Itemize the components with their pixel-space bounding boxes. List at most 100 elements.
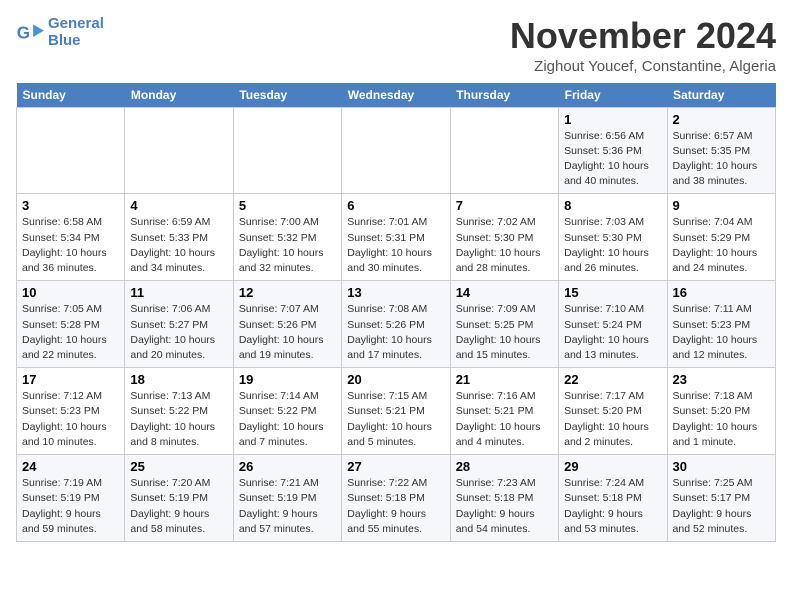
calendar-cell: 11 Sunrise: 7:06 AMSunset: 5:27 PMDayligh… [125, 281, 233, 368]
calendar-cell: 16 Sunrise: 7:11 AMSunset: 5:23 PMDayligh… [667, 281, 775, 368]
calendar-cell: 12Sunrise: 7:07 AMSunset: 5:26 PMDayligh… [233, 281, 341, 368]
calendar-table: SundayMondayTuesdayWednesdayThursdayFrid… [16, 83, 776, 542]
page-header: G General Blue November 2024 Zighout You… [16, 16, 776, 75]
week-row-4: 17 Sunrise: 7:12 AMSunset: 5:23 PMDayligh… [17, 368, 776, 455]
day-info: Sunrise: 6:58 AMSunset: 5:34 PMDaylight:… [22, 215, 119, 276]
calendar-cell: 29Sunrise: 7:24 AMSunset: 5:18 PMDayligh… [559, 455, 667, 542]
calendar-cell: 14Sunrise: 7:09 AMSunset: 5:25 PMDayligh… [450, 281, 558, 368]
day-number: 3 [22, 198, 119, 213]
day-number: 28 [456, 459, 553, 474]
calendar-cell: 18 Sunrise: 7:13 AMSunset: 5:22 PMDayligh… [125, 368, 233, 455]
day-info: Sunrise: 7:05 AMSunset: 5:28 PMDaylight:… [22, 302, 119, 363]
calendar-cell: 8Sunrise: 7:03 AMSunset: 5:30 PMDaylight… [559, 194, 667, 281]
logo-text: General Blue [48, 16, 104, 49]
calendar-cell [233, 107, 341, 194]
calendar-cell: 17 Sunrise: 7:12 AMSunset: 5:23 PMDayligh… [17, 368, 125, 455]
day-info: Sunrise: 7:20 AMSunset: 5:19 PMDaylight:… [130, 476, 227, 537]
day-info: Sunrise: 6:56 AMSunset: 5:36 PMDaylight:… [564, 129, 661, 190]
week-row-2: 3 Sunrise: 6:58 AMSunset: 5:34 PMDaylight… [17, 194, 776, 281]
day-number: 4 [130, 198, 227, 213]
day-info: Sunrise: 7:25 AMSunset: 5:17 PMDaylight:… [673, 476, 770, 537]
day-info: Sunrise: 7:12 AMSunset: 5:23 PMDaylight:… [22, 389, 119, 450]
day-number: 1 [564, 112, 661, 127]
day-header-tuesday: Tuesday [233, 83, 341, 108]
calendar-cell [450, 107, 558, 194]
calendar-cell: 3 Sunrise: 6:58 AMSunset: 5:34 PMDaylight… [17, 194, 125, 281]
day-number: 8 [564, 198, 661, 213]
calendar-cell: 1 Sunrise: 6:56 AMSunset: 5:36 PMDaylight… [559, 107, 667, 194]
calendar-cell: 28 Sunrise: 7:23 AMSunset: 5:18 PMDayligh… [450, 455, 558, 542]
calendar-cell: 25 Sunrise: 7:20 AMSunset: 5:19 PMDayligh… [125, 455, 233, 542]
day-number: 15 [564, 285, 661, 300]
day-number: 16 [673, 285, 770, 300]
calendar-cell: 7Sunrise: 7:02 AMSunset: 5:30 PMDaylight… [450, 194, 558, 281]
calendar-cell: 13 Sunrise: 7:08 AMSunset: 5:26 PMDayligh… [342, 281, 450, 368]
day-number: 27 [347, 459, 444, 474]
day-number: 21 [456, 372, 553, 387]
day-number: 10 [22, 285, 119, 300]
day-info: Sunrise: 7:17 AMSunset: 5:20 PMDaylight:… [564, 389, 661, 450]
calendar-header: SundayMondayTuesdayWednesdayThursdayFrid… [17, 83, 776, 108]
day-info: Sunrise: 7:15 AMSunset: 5:21 PMDaylight:… [347, 389, 444, 450]
day-info: Sunrise: 7:23 AMSunset: 5:18 PMDaylight:… [456, 476, 553, 537]
calendar-cell: 26 Sunrise: 7:21 AMSunset: 5:19 PMDayligh… [233, 455, 341, 542]
day-info: Sunrise: 7:00 AMSunset: 5:32 PMDaylight:… [239, 215, 336, 276]
day-info: Sunrise: 7:18 AMSunset: 5:20 PMDaylight:… [673, 389, 770, 450]
day-info: Sunrise: 7:06 AMSunset: 5:27 PMDaylight:… [130, 302, 227, 363]
day-number: 13 [347, 285, 444, 300]
calendar-cell: 10 Sunrise: 7:05 AMSunset: 5:28 PMDayligh… [17, 281, 125, 368]
day-number: 20 [347, 372, 444, 387]
day-number: 11 [130, 285, 227, 300]
calendar-cell [125, 107, 233, 194]
day-info: Sunrise: 7:04 AMSunset: 5:29 PMDaylight:… [673, 215, 770, 276]
day-header-saturday: Saturday [667, 83, 775, 108]
day-info: Sunrise: 7:14 AMSunset: 5:22 PMDaylight:… [239, 389, 336, 450]
day-number: 19 [239, 372, 336, 387]
day-number: 17 [22, 372, 119, 387]
day-header-friday: Friday [559, 83, 667, 108]
day-number: 18 [130, 372, 227, 387]
calendar-cell: 21 Sunrise: 7:16 AMSunset: 5:21 PMDayligh… [450, 368, 558, 455]
location-subtitle: Zighout Youcef, Constantine, Algeria [510, 58, 776, 75]
day-number: 9 [673, 198, 770, 213]
day-info: Sunrise: 7:11 AMSunset: 5:23 PMDaylight:… [673, 302, 770, 363]
day-info: Sunrise: 7:22 AMSunset: 5:18 PMDaylight:… [347, 476, 444, 537]
day-info: Sunrise: 7:07 AMSunset: 5:26 PMDaylight:… [239, 302, 336, 363]
month-title: November 2024 [510, 16, 776, 56]
day-header-wednesday: Wednesday [342, 83, 450, 108]
day-number: 22 [564, 372, 661, 387]
title-block: November 2024 Zighout Youcef, Constantin… [510, 16, 776, 75]
day-number: 23 [673, 372, 770, 387]
calendar-cell: 24Sunrise: 7:19 AMSunset: 5:19 PMDayligh… [17, 455, 125, 542]
day-number: 25 [130, 459, 227, 474]
calendar-cell: 30Sunrise: 7:25 AMSunset: 5:17 PMDayligh… [667, 455, 775, 542]
day-info: Sunrise: 7:13 AMSunset: 5:22 PMDaylight:… [130, 389, 227, 450]
day-header-thursday: Thursday [450, 83, 558, 108]
calendar-cell: 27 Sunrise: 7:22 AMSunset: 5:18 PMDayligh… [342, 455, 450, 542]
day-info: Sunrise: 7:16 AMSunset: 5:21 PMDaylight:… [456, 389, 553, 450]
day-info: Sunrise: 7:21 AMSunset: 5:19 PMDaylight:… [239, 476, 336, 537]
calendar-cell: 4 Sunrise: 6:59 AMSunset: 5:33 PMDaylight… [125, 194, 233, 281]
day-header-sunday: Sunday [17, 83, 125, 108]
week-row-1: 1 Sunrise: 6:56 AMSunset: 5:36 PMDaylight… [17, 107, 776, 194]
day-header-monday: Monday [125, 83, 233, 108]
calendar-cell: 23 Sunrise: 7:18 AMSunset: 5:20 PMDayligh… [667, 368, 775, 455]
calendar-cell: 9 Sunrise: 7:04 AMSunset: 5:29 PMDaylight… [667, 194, 775, 281]
logo-icon: G [16, 21, 44, 45]
calendar-cell [17, 107, 125, 194]
calendar-cell: 19 Sunrise: 7:14 AMSunset: 5:22 PMDayligh… [233, 368, 341, 455]
day-info: Sunrise: 7:10 AMSunset: 5:24 PMDaylight:… [564, 302, 661, 363]
week-row-5: 24Sunrise: 7:19 AMSunset: 5:19 PMDayligh… [17, 455, 776, 542]
day-number: 14 [456, 285, 553, 300]
day-info: Sunrise: 6:59 AMSunset: 5:33 PMDaylight:… [130, 215, 227, 276]
day-number: 7 [456, 198, 553, 213]
day-number: 26 [239, 459, 336, 474]
day-number: 29 [564, 459, 661, 474]
day-info: Sunrise: 7:19 AMSunset: 5:19 PMDaylight:… [22, 476, 119, 537]
week-row-3: 10 Sunrise: 7:05 AMSunset: 5:28 PMDayligh… [17, 281, 776, 368]
calendar-cell [342, 107, 450, 194]
day-number: 6 [347, 198, 444, 213]
day-info: Sunrise: 7:08 AMSunset: 5:26 PMDaylight:… [347, 302, 444, 363]
day-number: 2 [673, 112, 770, 127]
day-info: Sunrise: 7:01 AMSunset: 5:31 PMDaylight:… [347, 215, 444, 276]
